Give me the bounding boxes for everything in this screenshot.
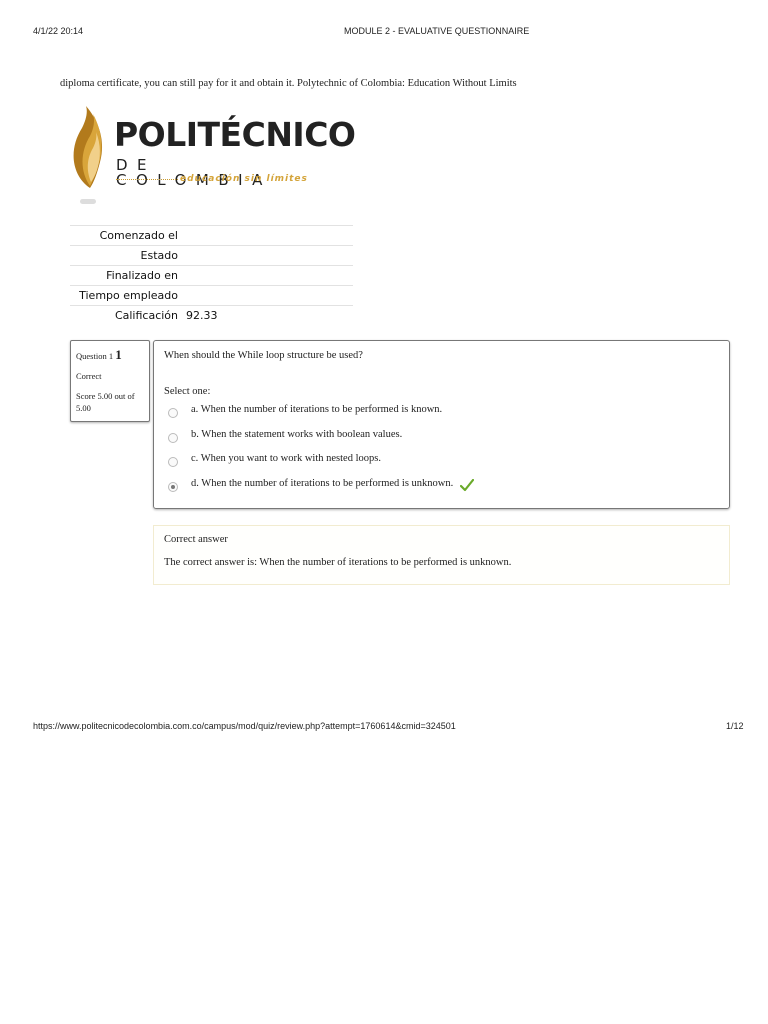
summary-label: Estado	[140, 249, 178, 262]
option-d-label[interactable]: d. When the number of iterations to be p…	[191, 478, 453, 489]
logo-dotted-line	[116, 179, 178, 180]
checkmark-icon	[460, 479, 474, 492]
feedback-text: The correct answer is: When the number o…	[164, 557, 512, 568]
summary-label: Calificación	[114, 309, 178, 322]
summary-label: Tiempo empleado	[79, 289, 178, 302]
flame-icon	[73, 106, 103, 188]
summary-row-completed: Finalizado en	[70, 265, 353, 285]
question-label: Question 1	[76, 351, 114, 361]
question-state: Correct	[76, 371, 102, 381]
print-date: 4/1/22 20:14	[33, 26, 84, 36]
summary-label: Finalizado en	[106, 269, 178, 282]
summary-row-started: Comenzado el	[70, 225, 353, 245]
summary-value: 92.33	[186, 309, 218, 322]
option-b-label[interactable]: b. When the statement works with boolean…	[191, 429, 402, 440]
page-number: 1/12	[726, 721, 744, 731]
summary-row-time-taken: Tiempo empleado	[70, 285, 353, 305]
select-one-prompt: Select one:	[164, 386, 211, 397]
logo-divider	[80, 199, 96, 204]
institution-logo: POLITÉCNICO DE COLOMBIA educación sin lí…	[70, 104, 356, 208]
logo-tagline: educación sin límites	[180, 174, 308, 184]
option-c-radio[interactable]	[168, 457, 178, 467]
print-url: https://www.politecnicodecolombia.com.co…	[33, 721, 456, 731]
option-b-radio[interactable]	[168, 433, 178, 443]
print-title: MODULE 2 - EVALUATIVE QUESTIONNAIRE	[344, 26, 530, 36]
question-text: When should the While loop structure be …	[164, 350, 363, 361]
summary-label: Comenzado el	[99, 229, 178, 242]
question-number: 1	[115, 347, 122, 362]
summary-row-grade: Calificación 92.33	[70, 305, 353, 325]
option-d-radio[interactable]	[168, 482, 178, 492]
feedback-title: Correct answer	[164, 534, 228, 545]
question-content-box: When should the While loop structure be …	[153, 340, 730, 509]
question-score: Score 5.00 out of 5.00	[76, 391, 135, 413]
feedback-box: Correct answer The correct answer is: Wh…	[153, 525, 730, 585]
option-a-label[interactable]: a. When the number of iterations to be p…	[191, 404, 442, 415]
summary-row-state: Estado	[70, 245, 353, 265]
option-a-radio[interactable]	[168, 408, 178, 418]
intro-text: diploma certificate, you can still pay f…	[60, 78, 517, 89]
logo-title: POLITÉCNICO	[114, 115, 356, 154]
attempt-summary-table: Comenzado el Estado Finalizado en Tiempo…	[70, 225, 353, 325]
option-c-label[interactable]: c. When you want to work with nested loo…	[191, 453, 381, 464]
question-info-box: Question 1 1 Correct Score 5.00 out of 5…	[70, 340, 150, 422]
